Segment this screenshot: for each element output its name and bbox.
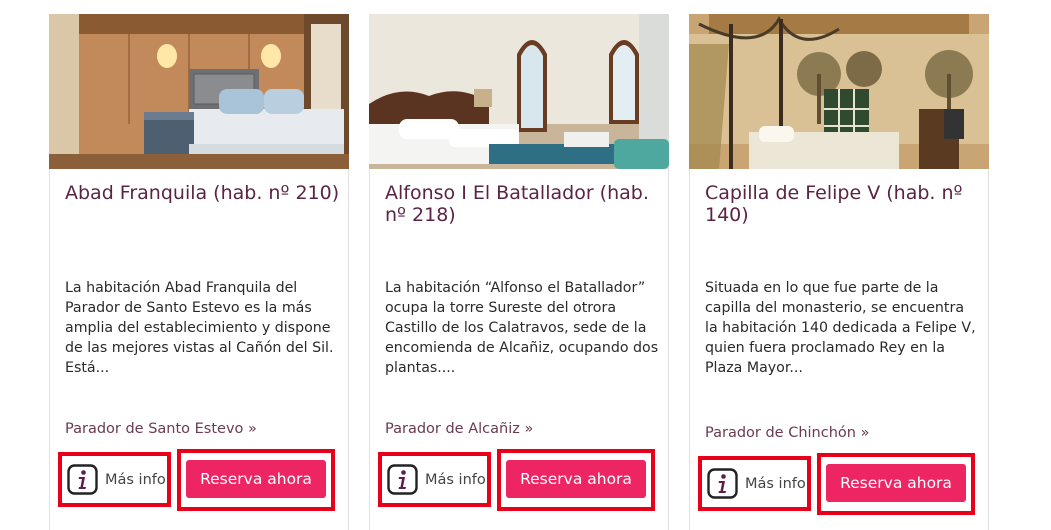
room-photo-image — [689, 14, 989, 169]
room-description: La habitación Abad Franquila del Parador… — [65, 280, 334, 376]
parador-link[interactable]: Parador de Alcañiz » — [385, 421, 660, 437]
room-title[interactable]: Capilla de Felipe V (hab. nº 140) — [705, 182, 980, 226]
room-description: Situada en lo que fue parte de la capill… — [705, 280, 976, 376]
more-info-label: Más info — [105, 471, 166, 488]
parador-link[interactable]: Parador de Santo Estevo » — [65, 421, 340, 437]
room-photo[interactable] — [369, 14, 669, 169]
reserve-now-button[interactable]: Reserva ahora — [826, 464, 966, 502]
room-description: La habitación “Alfonso el Batallador” oc… — [385, 280, 659, 376]
room-photo-image — [49, 14, 349, 169]
reserve-now-button[interactable]: Reserva ahora — [186, 460, 326, 498]
parador-link[interactable]: Parador de Chinchón » — [705, 425, 980, 441]
info-icon — [67, 464, 98, 495]
room-photo-image — [369, 14, 669, 169]
reserve-now-button[interactable]: Reserva ahora — [506, 460, 646, 498]
info-icon — [707, 468, 738, 499]
room-title[interactable]: Alfonso I El Batallador (hab. nº 218) — [385, 182, 660, 226]
more-info-button[interactable]: Más info — [378, 452, 491, 507]
room-photo[interactable] — [689, 14, 989, 169]
more-info-label: Más info — [425, 471, 486, 488]
reserve-frame: Reserva ahora — [177, 449, 335, 511]
reserve-frame: Reserva ahora — [497, 449, 655, 511]
room-card-abad-franquila: Abad Franquila (hab. nº 210) La habitaci… — [49, 14, 349, 530]
more-info-label: Más info — [745, 475, 806, 492]
room-photo[interactable] — [49, 14, 349, 169]
info-icon — [387, 464, 418, 495]
reserve-frame: Reserva ahora — [817, 453, 975, 515]
room-card-alfonso-i: Alfonso I El Batallador (hab. nº 218) La… — [369, 14, 669, 530]
room-card-capilla-felipe-v: Capilla de Felipe V (hab. nº 140) Situad… — [689, 14, 989, 530]
more-info-button[interactable]: Más info — [698, 456, 811, 511]
more-info-button[interactable]: Más info — [58, 452, 171, 507]
room-title[interactable]: Abad Franquila (hab. nº 210) — [65, 182, 340, 204]
